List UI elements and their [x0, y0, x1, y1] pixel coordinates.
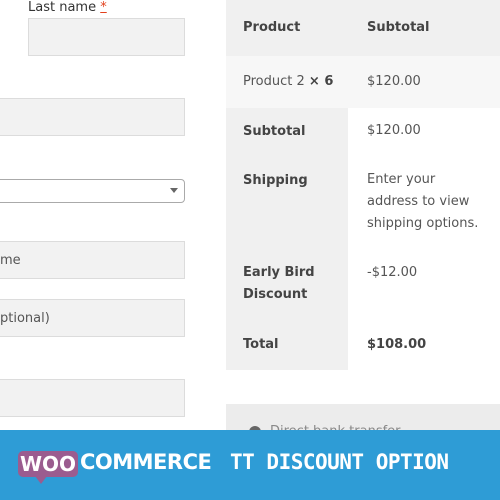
company-input[interactable] [0, 98, 185, 136]
line-item-quantity: × 6 [308, 74, 334, 89]
subtotal-label: Subtotal [243, 124, 306, 139]
last-name-input[interactable] [28, 18, 185, 56]
city-input[interactable] [0, 379, 185, 417]
street-address-input[interactable]: me [0, 241, 185, 279]
chevron-down-icon [170, 188, 178, 193]
shipping-value: Enter your address to view shipping opti… [367, 172, 479, 231]
woo-logo-text: WOO [19, 452, 77, 476]
line-item-name: Product 2 × 6 [243, 71, 333, 93]
commerce-logo-text: COMMERCE [80, 450, 212, 474]
street-address-placeholder: me [0, 253, 21, 268]
line-item-product: Product 2 [243, 74, 305, 89]
line-item-price: $120.00 [367, 74, 421, 89]
product-column-header: Product [243, 20, 301, 35]
last-name-label: Last name * [28, 0, 107, 15]
last-name-label-text: Last name [28, 0, 97, 15]
discount-label: Early Bird Discount [243, 265, 315, 302]
woo-logo-tail [35, 476, 47, 484]
subtotal-column-header: Subtotal [367, 20, 430, 35]
apartment-placeholder: ptional) [0, 311, 50, 326]
total-value: $108.00 [367, 337, 427, 352]
total-label: Total [243, 337, 279, 352]
promo-banner: WOO COMMERCE TT DISCOUNT OPTION [0, 430, 500, 500]
banner-title: TT DISCOUNT OPTION [230, 450, 449, 474]
subtotal-value: $120.00 [367, 123, 421, 138]
apartment-input[interactable]: ptional) [0, 299, 185, 337]
shipping-label: Shipping [243, 173, 308, 188]
order-table-value-column [348, 108, 500, 370]
country-select[interactable] [0, 179, 185, 203]
woocommerce-logo-badge: WOO [18, 451, 78, 477]
discount-value: -$12.00 [367, 265, 418, 280]
required-marker: * [100, 0, 107, 15]
